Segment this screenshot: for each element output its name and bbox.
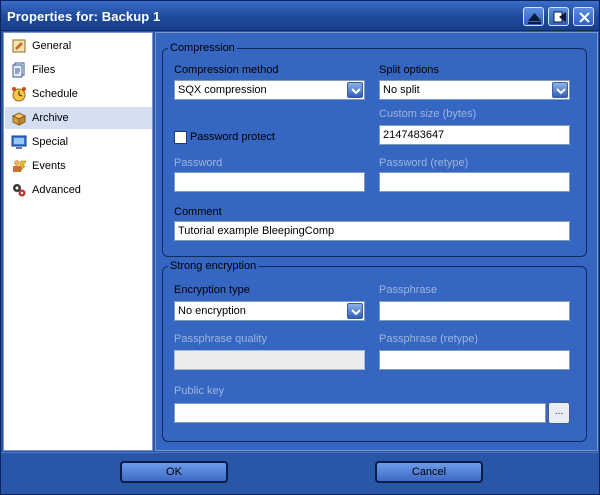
comment-field[interactable]: Tutorial example BleepingComp: [174, 221, 570, 241]
compression-method-label: Compression method: [174, 64, 279, 76]
ok-button[interactable]: OK: [120, 461, 228, 483]
sidebar-item-label: Events: [32, 160, 66, 172]
passphrase-retype-field[interactable]: [379, 350, 570, 370]
custom-size-label: Custom size (bytes): [379, 108, 477, 120]
password-label: Password: [174, 157, 223, 169]
sidebar-item-archive[interactable]: Archive: [5, 107, 152, 129]
dialog-footer: OK Cancel: [1, 452, 599, 494]
title-bar: Properties for: Backup 1: [1, 1, 599, 31]
compression-method-value: SQX compression: [178, 84, 267, 96]
sidebar-item-label: Advanced: [32, 184, 81, 196]
compression-method-select[interactable]: SQX compression: [174, 80, 365, 100]
encryption-type-value: No encryption: [178, 305, 246, 317]
sidebar-item-events[interactable]: Events: [5, 155, 152, 177]
encryption-type-select[interactable]: No encryption: [174, 301, 365, 321]
pin-icon[interactable]: [548, 7, 569, 26]
cancel-button[interactable]: Cancel: [375, 461, 483, 483]
split-options-select[interactable]: No split: [379, 80, 570, 100]
password-field[interactable]: [174, 172, 365, 192]
sidebar-item-label: General: [32, 40, 72, 52]
passphrase-quality-label: Passphrase quality: [174, 333, 267, 345]
strong-encryption-legend: Strong encryption: [170, 260, 257, 272]
sidebar-item-label: Schedule: [32, 88, 78, 100]
chevron-down-icon[interactable]: [347, 82, 363, 98]
events-icon: [13, 160, 27, 173]
properties-dialog: Properties for: Backup 1 General Files S…: [0, 0, 600, 495]
sidebar-item-label: Archive: [32, 112, 69, 124]
passphrase-quality-meter: [174, 350, 365, 370]
sidebar-item-schedule[interactable]: Schedule: [5, 83, 152, 105]
encryption-type-label: Encryption type: [174, 284, 250, 296]
sidebar: General Files Schedule Archive Special E…: [3, 32, 153, 451]
custom-size-field[interactable]: 2147483647: [379, 125, 570, 145]
split-options-value: No split: [383, 84, 420, 96]
passphrase-label: Passphrase: [379, 284, 438, 296]
password-protect-label: Password protect: [190, 131, 275, 143]
sidebar-item-special[interactable]: Special: [5, 131, 152, 153]
password-retype-label: Password (retype): [379, 157, 469, 169]
general-icon: [12, 39, 26, 53]
compression-legend: Compression: [170, 42, 235, 54]
password-retype-field[interactable]: [379, 172, 570, 192]
public-key-label: Public key: [174, 385, 225, 397]
chevron-down-icon[interactable]: [552, 82, 568, 98]
advanced-icon: [13, 184, 26, 197]
special-icon: [11, 135, 27, 149]
archive-icon: [11, 112, 27, 126]
close-icon[interactable]: [573, 7, 594, 26]
comment-label: Comment: [174, 206, 222, 218]
sidebar-item-general[interactable]: General: [5, 35, 152, 57]
password-protect-checkbox[interactable]: [174, 131, 187, 144]
sidebar-item-label: Files: [32, 64, 56, 76]
chevron-down-icon[interactable]: [347, 303, 363, 319]
window-title: Properties for: Backup 1: [7, 9, 161, 24]
public-key-field[interactable]: [174, 403, 546, 423]
sidebar-item-label: Special: [32, 136, 69, 148]
sidebar-item-advanced[interactable]: Advanced: [5, 179, 152, 201]
archive-settings-panel: Compression Compression method SQX compr…: [155, 32, 598, 451]
browse-button[interactable]: ...: [548, 402, 570, 424]
sidebar-item-files[interactable]: Files: [5, 59, 152, 81]
triangle-up-icon[interactable]: [523, 7, 544, 26]
passphrase-retype-label: Passphrase (retype): [379, 333, 479, 345]
files-icon: [12, 62, 25, 78]
passphrase-field[interactable]: [379, 301, 570, 321]
schedule-icon: [12, 87, 26, 102]
split-options-label: Split options: [379, 64, 439, 76]
